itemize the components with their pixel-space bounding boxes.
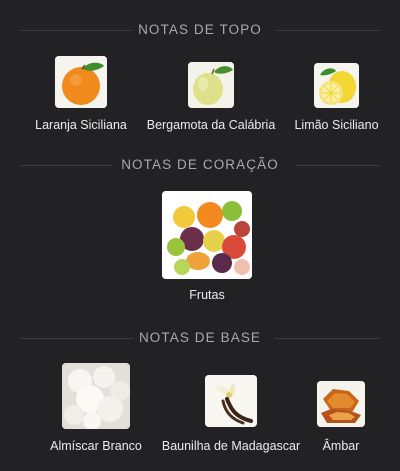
note-item-ambar[interactable]: Âmbar (317, 381, 365, 453)
divider-left (20, 29, 132, 31)
note-item-bergamota-da-calabria[interactable]: Bergamota da Calábria (147, 62, 275, 136)
section-title-text: NOTAS DE TOPO (138, 22, 262, 37)
section-title-text: NOTAS DE CORAÇÃO (121, 157, 279, 172)
divider-right (276, 29, 380, 31)
note-label: Baunilha de Madagascar (161, 439, 301, 453)
note-item-frutas[interactable]: Frutas (162, 191, 252, 306)
fruits-icon (162, 191, 252, 279)
divider-right (274, 337, 380, 339)
note-label: Limão Siciliano (294, 118, 379, 132)
note-label: Laranja Siciliana (35, 118, 127, 132)
section-title-heart-notes: NOTAS DE CORAÇÃO (0, 157, 400, 172)
bergamot-icon (188, 62, 234, 108)
amber-icon (317, 381, 365, 427)
divider-left (20, 337, 134, 339)
note-item-baunilha-de-madagascar[interactable]: Baunilha de Madagascar (162, 375, 300, 453)
section-title-top-notes: NOTAS DE TOPO (0, 22, 400, 37)
lemon-icon (314, 63, 359, 108)
section-title-base-notes: NOTAS DE BASE (0, 330, 400, 345)
section-title-text: NOTAS DE BASE (138, 330, 262, 345)
note-label: Bergamota da Calábria (146, 118, 276, 132)
note-item-almiscar-branco[interactable]: Almíscar Branco (50, 363, 142, 453)
note-label: Almíscar Branco (50, 439, 142, 453)
white-musk-icon (62, 363, 130, 429)
note-item-laranja-siciliana[interactable]: Laranja Siciliana (35, 56, 127, 136)
divider-right (296, 164, 380, 166)
note-label: Âmbar (322, 439, 360, 453)
note-label: Frutas (189, 288, 225, 302)
orange-icon (55, 56, 107, 108)
divider-left (20, 164, 112, 166)
vanilla-icon (205, 375, 257, 427)
note-item-limao-siciliano[interactable]: Limão Siciliano (294, 63, 379, 136)
